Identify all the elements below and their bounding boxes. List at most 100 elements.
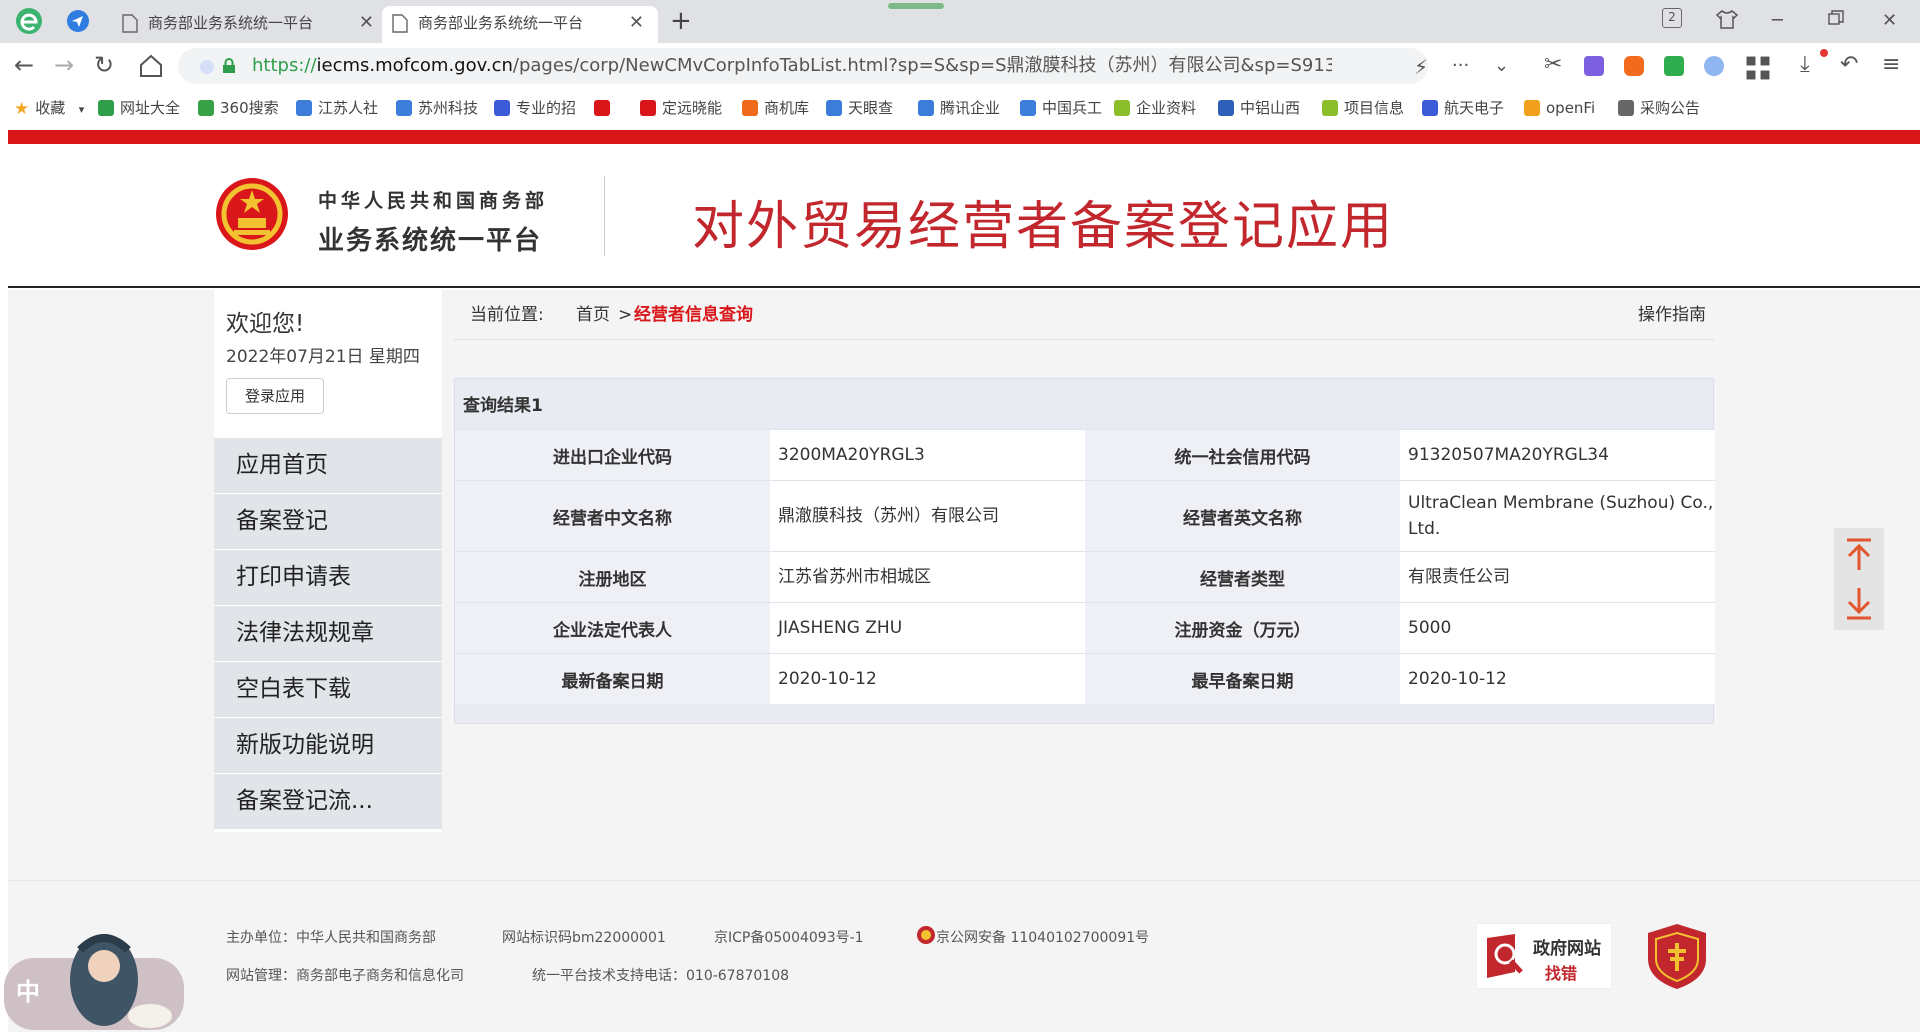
- eye-icon: [826, 100, 842, 116]
- bookmark-item[interactable]: [594, 97, 616, 119]
- footer-police-link[interactable]: 京公网安备 11040102700091号: [936, 927, 1149, 947]
- document-icon: [122, 14, 138, 33]
- table-row: 注册地区 江苏省苏州市相城区 经营者类型 有限责任公司: [455, 551, 1715, 602]
- minimize-icon[interactable]: ─: [1772, 6, 1783, 36]
- bookmark-item[interactable]: 项目信息: [1322, 97, 1404, 119]
- more-icon[interactable]: ···: [1452, 55, 1469, 76]
- bookmark-label: 江苏人社: [318, 99, 379, 117]
- new-tab-button[interactable]: +: [670, 6, 692, 36]
- ime-mode-label[interactable]: 中: [16, 972, 40, 1007]
- header-red-strip: [8, 130, 1920, 144]
- sidebar-item-new-features[interactable]: 新版功能说明: [214, 718, 442, 773]
- bookmark-item[interactable]: 腾讯企业: [918, 97, 1000, 119]
- bookmark-label: 网址大全: [120, 99, 181, 117]
- scroll-to-bottom-icon[interactable]: [1834, 580, 1884, 630]
- bookmark-item[interactable]: 网址大全: [98, 97, 180, 119]
- shirt-icon[interactable]: [1716, 8, 1738, 30]
- url-text[interactable]: https://iecms.mofcom.gov.cn/pages/corp/N…: [252, 48, 1332, 84]
- footer-site-code: 网站标识码bm22000001: [502, 930, 666, 946]
- operation-guide-link[interactable]: 操作指南: [1638, 290, 1706, 340]
- sidebar-item-registration[interactable]: 备案登记: [214, 494, 442, 549]
- ime-mascot-widget[interactable]: 中: [0, 920, 190, 1032]
- reload-icon[interactable]: ↻: [94, 51, 124, 81]
- forward-arrow-icon[interactable]: →: [54, 51, 84, 81]
- window-drag-handle[interactable]: [888, 3, 944, 9]
- bookmark-item[interactable]: 江苏人社: [296, 97, 378, 119]
- footer-icp-link[interactable]: 京ICP备05004093号-1: [714, 927, 864, 947]
- undo-icon[interactable]: ↶: [1840, 52, 1868, 80]
- bookmark-item[interactable]: 中国兵工: [1020, 97, 1102, 119]
- translate-icon[interactable]: [1584, 56, 1604, 76]
- lightning-icon[interactable]: ⚡: [1414, 55, 1428, 79]
- lock-icon[interactable]: [222, 58, 236, 74]
- bookmark-item[interactable]: 中铝山西: [1218, 97, 1300, 119]
- bookmark-item[interactable]: 专业的招: [494, 97, 576, 119]
- star-icon: ★: [14, 99, 30, 119]
- globe-icon: [1618, 100, 1634, 116]
- extension-circle-icon[interactable]: [1704, 56, 1724, 76]
- restore-icon[interactable]: [1828, 10, 1844, 26]
- game-icon[interactable]: [1624, 56, 1644, 76]
- chevron-down-icon[interactable]: ▾: [75, 103, 85, 116]
- globe-icon: [98, 100, 114, 116]
- sidebar-item-print-form[interactable]: 打印申请表: [214, 550, 442, 605]
- back-arrow-icon[interactable]: ←: [14, 51, 44, 81]
- field-label: 经营者类型: [1085, 552, 1400, 602]
- bookmark-item[interactable]: openFi: [1524, 97, 1595, 119]
- bookmark-item[interactable]: 商机库: [742, 97, 809, 119]
- menu-icon[interactable]: ≡: [1882, 52, 1910, 80]
- apps-grid-icon[interactable]: [1744, 54, 1772, 82]
- bookmark-label: 项目信息: [1344, 99, 1405, 117]
- tab-count-badge[interactable]: 2: [1662, 8, 1682, 28]
- field-label: 最早备案日期: [1085, 654, 1400, 704]
- bookmark-item[interactable]: ★ 收藏 ▾: [14, 97, 84, 121]
- field-label: 注册资金（万元）: [1085, 603, 1400, 653]
- bookmark-label: 中铝山西: [1240, 99, 1301, 117]
- sidebar-menu: 应用首页 备案登记 打印申请表 法律法规规章 空白表下载 新版功能说明 备案登记…: [214, 438, 442, 830]
- close-tab-icon[interactable]: ✕: [629, 6, 644, 40]
- tab-1[interactable]: 商务部业务系统统一平台 ✕: [112, 6, 388, 43]
- tab-2-active[interactable]: 商务部业务系统统一平台 ✕: [382, 6, 658, 43]
- current-date: 2022年07月21日 星期四: [226, 347, 420, 367]
- breadcrumb-current[interactable]: 经营者信息查询: [634, 290, 753, 340]
- bookmark-item[interactable]: 苏州科技: [396, 97, 478, 119]
- gov-badge-line2: 找错: [1545, 964, 1578, 983]
- sidebar-item-app-home[interactable]: 应用首页: [214, 438, 442, 493]
- field-value: 91320507MA20YRGL34: [1400, 430, 1715, 480]
- bookmark-item[interactable]: 采购公告: [1618, 97, 1700, 119]
- gov-shield-badge-icon[interactable]: [1642, 921, 1712, 991]
- sidebar-item-blank-forms[interactable]: 空白表下载: [214, 662, 442, 717]
- bookmark-item[interactable]: 定远晓能: [640, 97, 722, 119]
- site-info-icon[interactable]: [200, 60, 214, 74]
- breadcrumb-home-link[interactable]: 首页: [576, 290, 610, 340]
- scroll-to-top-icon[interactable]: [1834, 528, 1884, 578]
- login-button[interactable]: 登录应用: [226, 378, 324, 414]
- field-label: 进出口企业代码: [455, 430, 770, 480]
- sidebar-item-laws[interactable]: 法律法规规章: [214, 606, 442, 661]
- gov-website-error-badge[interactable]: 政府网站 找错: [1476, 923, 1612, 989]
- sidebar-item-process[interactable]: 备案登记流...: [214, 774, 442, 829]
- table-row: 最新备案日期 2020-10-12 最早备案日期 2020-10-12: [455, 653, 1715, 704]
- browser-logo-icon[interactable]: [14, 6, 44, 36]
- close-window-icon[interactable]: ✕: [1882, 6, 1897, 36]
- tab-title: 商务部业务系统统一平台: [418, 14, 584, 32]
- leaf-icon: [1322, 100, 1338, 116]
- address-bar[interactable]: https://iecms.mofcom.gov.cn/pages/corp/N…: [178, 48, 1509, 84]
- bookmark-item[interactable]: 企业资料: [1114, 97, 1196, 119]
- breadcrumb-label: 当前位置:: [470, 305, 544, 325]
- bookmark-item[interactable]: 天眼查: [826, 97, 893, 119]
- bowtie-icon: [918, 100, 934, 116]
- url-scheme: https://: [252, 55, 317, 76]
- home-icon[interactable]: [136, 51, 166, 81]
- close-tab-icon[interactable]: ✕: [359, 6, 374, 40]
- browser-tab-strip: 商务部业务系统统一平台 ✕ 商务部业务系统统一平台 ✕ + 2 ─ ✕: [0, 0, 1920, 43]
- field-value: 2020-10-12: [770, 654, 1085, 704]
- bookmark-item[interactable]: 航天电子: [1422, 97, 1504, 119]
- pinned-tab-icon[interactable]: [66, 9, 90, 33]
- bookmark-item[interactable]: 360搜索: [198, 97, 279, 119]
- extension-icon[interactable]: [1664, 56, 1684, 76]
- chevron-down-icon[interactable]: ⌄: [1494, 55, 1509, 76]
- app-title: 对外贸易经营者备案登记应用: [692, 197, 1395, 257]
- scissors-icon[interactable]: ✂: [1544, 52, 1572, 80]
- field-value: 2020-10-12: [1400, 654, 1715, 704]
